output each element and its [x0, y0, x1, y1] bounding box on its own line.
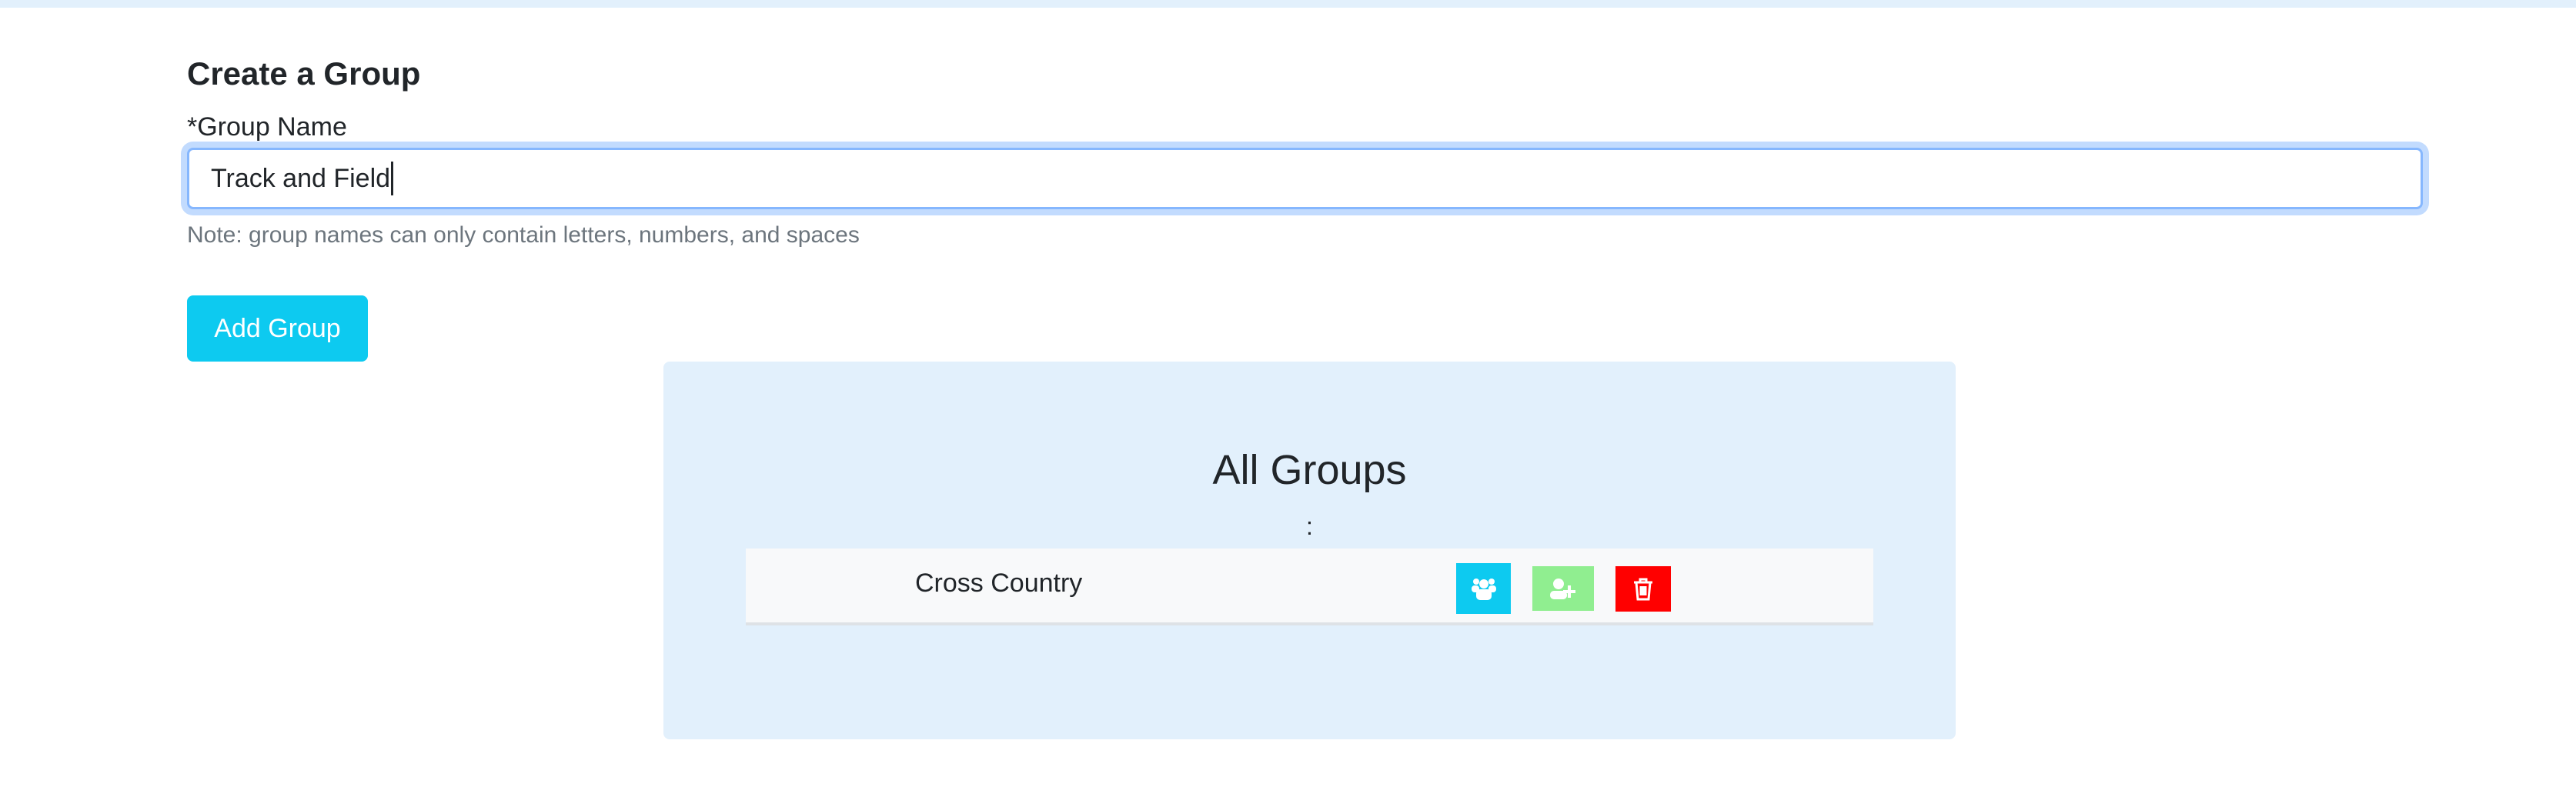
group-name: Cross Country — [915, 569, 1083, 598]
add-group-button[interactable]: Add Group — [187, 295, 368, 362]
trash-icon — [1634, 578, 1652, 600]
group-name-label: *Group Name — [187, 112, 347, 142]
delete-group-button[interactable] — [1615, 566, 1671, 612]
group-name-input[interactable]: Track and Field — [187, 148, 2423, 209]
top-bar — [0, 0, 2576, 8]
add-member-button[interactable] — [1532, 566, 1594, 611]
view-members-button[interactable] — [1456, 563, 1511, 614]
group-row: Cross Country — [746, 549, 1873, 625]
user-plus-icon — [1550, 579, 1575, 599]
page-heading: Create a Group — [187, 55, 421, 92]
users-icon — [1471, 579, 1496, 600]
group-name-note: Note: group names can only contain lette… — [187, 222, 860, 248]
all-groups-panel: All Groups : Cross Country — [663, 362, 1956, 739]
all-groups-title: All Groups — [1212, 447, 1407, 493]
group-name-value: Track and Field — [211, 163, 391, 193]
separator-text: : — [1306, 512, 1313, 540]
text-caret — [391, 162, 394, 195]
